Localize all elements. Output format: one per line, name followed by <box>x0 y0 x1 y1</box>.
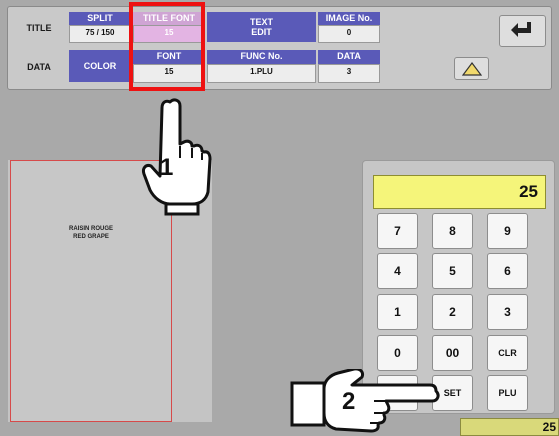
key-5[interactable]: 5 <box>432 253 473 289</box>
step-number-1: 1 <box>160 154 174 181</box>
data-header: DATA <box>318 50 380 64</box>
key-6[interactable]: 6 <box>487 253 528 289</box>
key-00[interactable]: 00 <box>432 335 473 371</box>
split-value: 75 / 150 <box>69 25 131 43</box>
step-number-2: 2 <box>342 388 356 415</box>
key-3[interactable]: 3 <box>487 294 528 330</box>
key-0[interactable]: 0 <box>377 335 418 371</box>
func-no-button[interactable]: FUNC No. 1.PLU <box>207 50 316 83</box>
back-button[interactable] <box>499 15 546 47</box>
func-no-value: 1.PLU <box>207 64 316 83</box>
key-2[interactable]: 2 <box>432 294 473 330</box>
key-1[interactable]: 1 <box>377 294 418 330</box>
preview-line-1: RAISIN ROUGE <box>68 226 113 232</box>
row-label-data: DATA <box>27 62 51 72</box>
highlight-box <box>129 2 205 91</box>
image-no-value: 0 <box>318 25 380 43</box>
image-no-button[interactable]: IMAGE No. 0 <box>318 12 380 43</box>
row-label-title: TITLE <box>26 23 52 33</box>
key-4[interactable]: 4 <box>377 253 418 289</box>
pointing-hand-icon-2 <box>290 369 440 433</box>
key-8[interactable]: 8 <box>432 213 473 249</box>
image-no-header: IMAGE No. <box>318 12 380 25</box>
triangle-up-icon <box>461 61 482 76</box>
split-header: SPLIT <box>69 12 131 25</box>
numeric-display: 25 <box>373 175 546 209</box>
split-button[interactable]: SPLIT 75 / 150 <box>69 12 131 43</box>
pointing-hand-icon-1 <box>142 98 212 216</box>
bottom-value-bar: 25 <box>460 418 559 436</box>
return-arrow-icon <box>510 22 531 37</box>
plu-key[interactable]: PLU <box>487 375 528 411</box>
data-button[interactable]: DATA 3 <box>318 50 380 83</box>
key-7[interactable]: 7 <box>377 213 418 249</box>
color-button[interactable]: COLOR <box>69 50 131 82</box>
data-value: 3 <box>318 64 380 83</box>
preview-line-2: RED GRAPE <box>73 234 109 240</box>
key-9[interactable]: 9 <box>487 213 528 249</box>
up-button[interactable] <box>454 57 489 80</box>
clear-key[interactable]: CLR <box>487 335 528 371</box>
text-edit-button[interactable]: TEXT EDIT <box>207 12 316 42</box>
func-no-header: FUNC No. <box>207 50 316 64</box>
